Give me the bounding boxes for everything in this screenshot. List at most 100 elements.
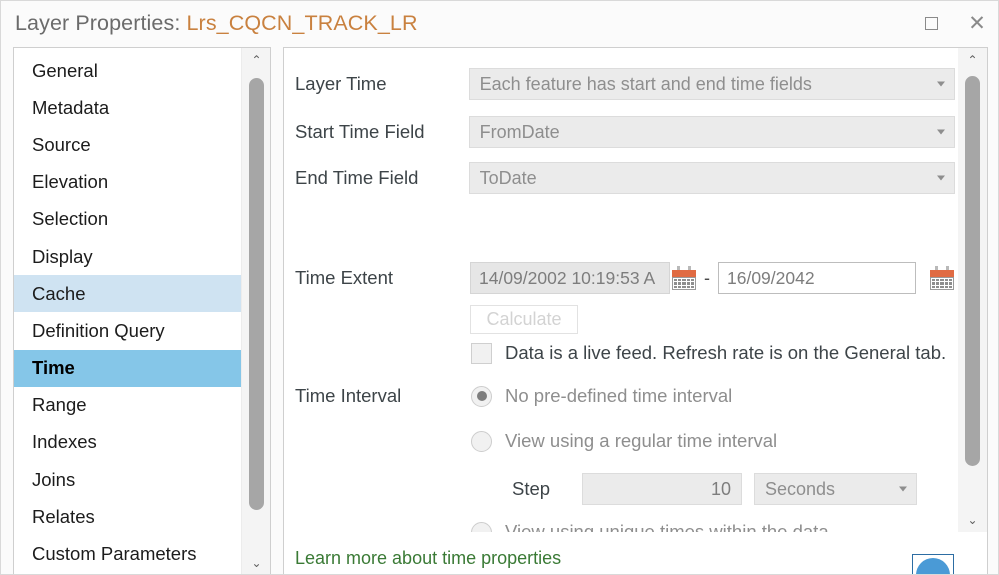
time-interval-label: Time Interval [295,385,401,407]
calculate-row: Calculate [470,305,578,334]
sidebar-item-label: Cache [32,283,85,305]
panel-scroll-thumb[interactable] [965,76,980,466]
partial-blue-button-face [912,554,954,574]
radio-regular-interval-label: View using a regular time interval [505,430,777,452]
sidebar-item-label: Custom Parameters [32,543,197,565]
layer-time-dropdown[interactable]: Each feature has start and end time fiel… [469,68,955,100]
time-extent-separator: - [704,268,710,289]
sidebar-item-label: Source [32,134,91,156]
sidebar-item-label: Joins [32,469,75,491]
sidebar-item-label: Relates [32,506,95,528]
end-time-field-label: End Time Field [295,167,469,189]
calendar-icon[interactable] [672,266,696,290]
radio-unique-times-label: View using unique times within the data [505,521,829,532]
time-settings-content: Layer Time Each feature has start and en… [284,48,960,532]
sidebar-item-custom-parameters[interactable]: Custom Parameters [14,535,241,572]
time-extent-start-value: 14/09/2002 10:19:53 A [479,268,655,289]
sidebar-item-cache[interactable]: Cache [14,275,241,312]
step-label: Step [512,478,582,500]
step-unit-value: Seconds [765,479,835,500]
layer-time-row: Layer Time Each feature has start and en… [295,68,955,100]
end-time-field-value: ToDate [480,168,537,189]
radio-no-predefined-interval[interactable]: No pre-defined time interval [471,385,732,407]
sidebar-item-range[interactable]: Range [14,387,241,424]
layer-time-value: Each feature has start and end time fiel… [480,74,812,95]
radio-no-predefined-interval-label: No pre-defined time interval [505,385,732,407]
chevron-down-icon [899,487,907,492]
sidebar-item-general[interactable]: General [14,52,241,89]
sidebar-item-label: General [32,60,98,82]
sidebar-scroll-up-icon[interactable]: ⌃ [242,48,271,72]
sidebar-item-selection[interactable]: Selection [14,201,241,238]
radio-icon[interactable] [471,431,492,452]
sidebar-item-source[interactable]: Source [14,126,241,163]
start-time-field-label: Start Time Field [295,121,469,143]
sidebar-item-label: Indexes [32,431,97,453]
start-time-field-dropdown[interactable]: FromDate [469,116,955,148]
radio-icon[interactable] [471,522,492,533]
sidebar-item-display[interactable]: Display [14,238,241,275]
sidebar-item-list: General Metadata Source Elevation Selection D… [14,48,241,575]
chevron-down-icon [937,82,945,87]
layer-properties-window: Layer Properties: Lrs_CQCN_TRACK_LR ✕ Ge… [0,0,999,575]
chevron-down-icon [937,130,945,135]
live-feed-checkbox-row[interactable]: Data is a live feed. Refresh rate is on … [471,342,946,364]
sidebar-item-label: Selection [32,208,108,230]
sidebar-item-label: Time [32,357,75,379]
sidebar-scroll-down-icon[interactable]: ⌄ [242,551,271,575]
learn-more-link[interactable]: Learn more about time properties [295,548,561,569]
sidebar-item-label: Range [32,394,87,416]
panel-scrollbar[interactable]: ⌃ ⌄ [958,48,987,532]
end-time-field-dropdown[interactable]: ToDate [469,162,955,194]
panel-scroll-up-icon[interactable]: ⌃ [958,48,987,72]
radio-regular-interval[interactable]: View using a regular time interval [471,430,777,452]
sidebar-item-indexes[interactable]: Indexes [14,424,241,461]
sidebar-item-label: Definition Query [32,320,165,342]
sidebar: General Metadata Source Elevation Selection D… [13,47,271,575]
time-extent-end-value: 16/09/2042 [727,268,815,289]
time-settings-panel: Layer Time Each feature has start and en… [283,47,988,575]
time-extent-label: Time Extent [295,267,470,289]
window-controls: ✕ [908,1,999,45]
time-interval-label-row: Time Interval [295,385,401,407]
dialog-body: General Metadata Source Elevation Selection D… [1,45,999,575]
step-unit-dropdown[interactable]: Seconds [754,473,917,505]
start-time-field-value: FromDate [480,122,560,143]
sidebar-item-label: Elevation [32,171,108,193]
chevron-down-icon [937,176,945,181]
sidebar-item-relates[interactable]: Relates [14,498,241,535]
sidebar-item-joins[interactable]: Joins [14,461,241,498]
time-extent-row: Time Extent 14/09/2002 10:19:53 A [295,262,955,294]
maximize-icon [925,17,938,30]
radio-icon[interactable] [471,386,492,407]
sidebar-item-definition-query[interactable]: Definition Query [14,312,241,349]
sidebar-scroll-thumb[interactable] [249,78,264,510]
title-bar: Layer Properties: Lrs_CQCN_TRACK_LR ✕ [1,1,999,45]
radio-unique-times[interactable]: View using unique times within the data [471,521,829,532]
sidebar-item-time[interactable]: Time [14,350,241,387]
sidebar-item-elevation[interactable]: Elevation [14,164,241,201]
layer-time-label: Layer Time [295,73,469,95]
live-feed-label: Data is a live feed. Refresh rate is on … [505,342,946,364]
step-input[interactable]: 10 [582,473,742,505]
partial-blue-button[interactable] [912,554,954,574]
time-extent-end-input[interactable]: 16/09/2042 [718,262,916,294]
sidebar-scrollbar[interactable]: ⌃ ⌄ [241,48,270,575]
live-feed-checkbox[interactable] [471,343,492,364]
panel-scroll-down-icon[interactable]: ⌄ [958,508,987,532]
sidebar-item-label: Metadata [32,97,109,119]
time-extent-start-input[interactable]: 14/09/2002 10:19:53 A [470,262,670,294]
step-row: Step 10 Seconds [512,473,917,505]
sidebar-item-label: Display [32,246,93,268]
close-button[interactable]: ✕ [954,1,999,45]
title-layer-name: Lrs_CQCN_TRACK_LR [187,11,418,35]
title-prefix: Layer Properties: [15,11,187,35]
page-title: Layer Properties: Lrs_CQCN_TRACK_LR [15,11,418,36]
calculate-button[interactable]: Calculate [470,305,578,334]
maximize-button[interactable] [908,1,954,45]
calendar-icon[interactable] [930,266,954,290]
close-icon: ✕ [968,13,986,34]
end-time-field-row: End Time Field ToDate [295,162,955,194]
sidebar-item-metadata[interactable]: Metadata [14,89,241,126]
start-time-field-row: Start Time Field FromDate [295,116,955,148]
